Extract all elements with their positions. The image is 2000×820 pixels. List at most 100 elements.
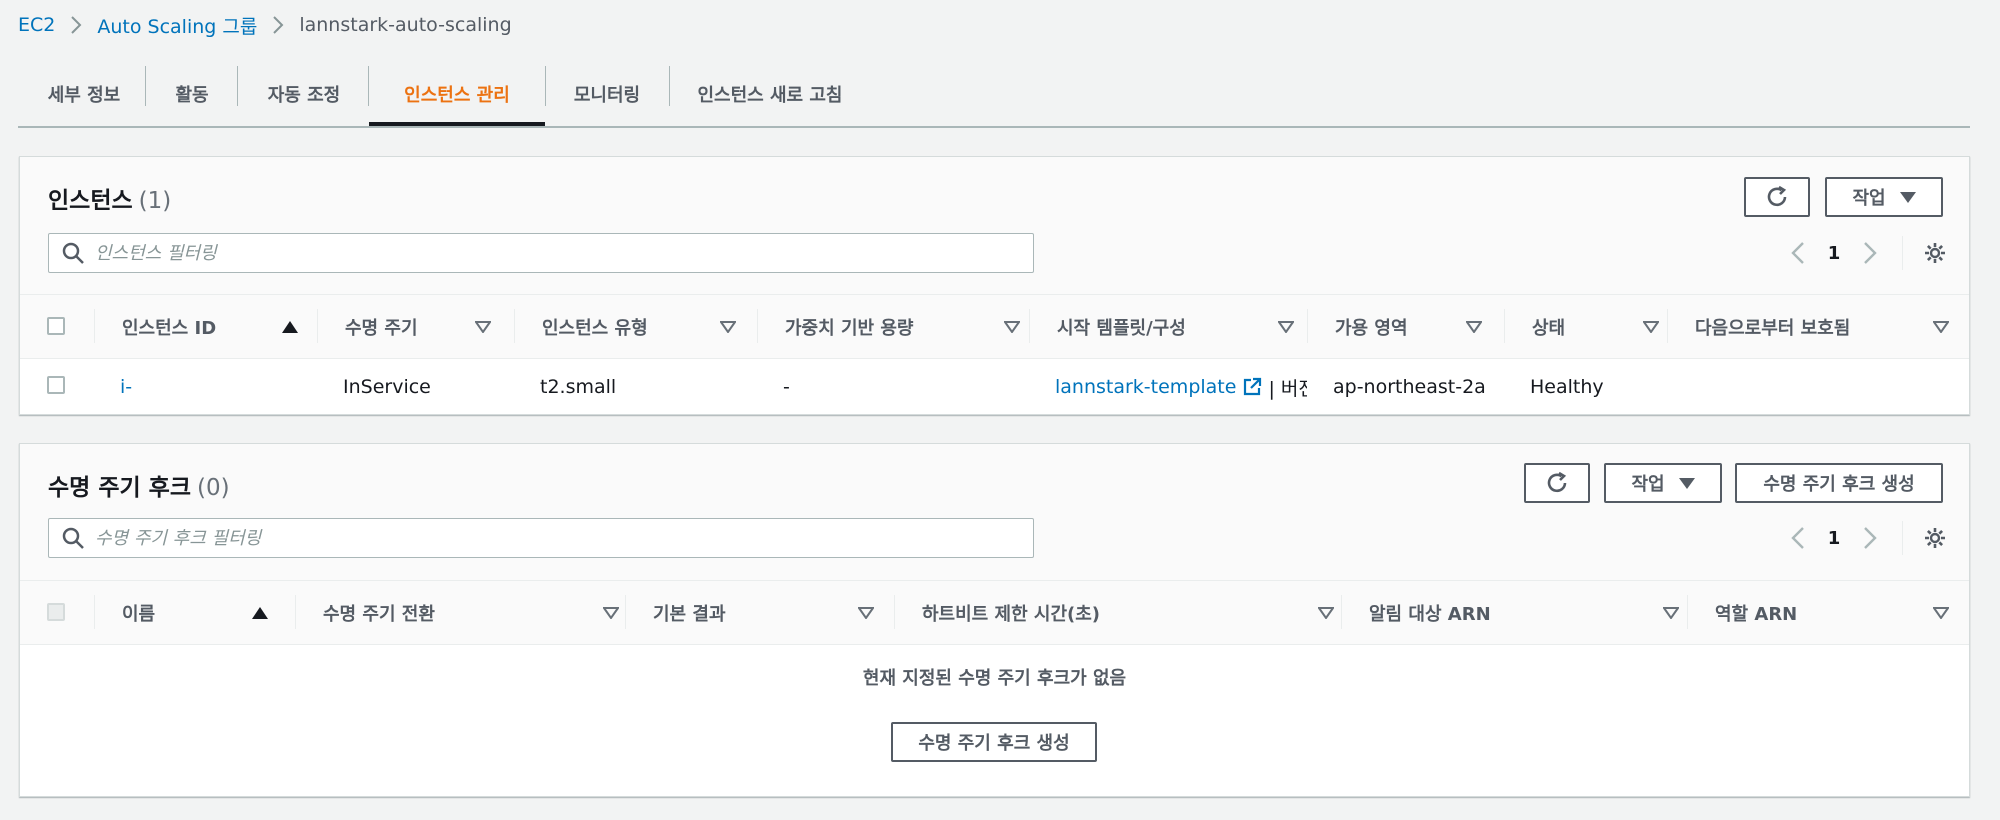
sort-icon	[1933, 320, 1949, 333]
tab-details[interactable]: 세부 정보	[18, 62, 150, 126]
instances-panel-title: 인스턴스 (1)	[48, 181, 171, 215]
instance-id-link[interactable]: i-	[120, 374, 132, 400]
previous-page-button[interactable]	[1782, 237, 1814, 269]
search-icon	[62, 242, 84, 264]
column-divider	[1341, 595, 1342, 629]
lifecycle-value: InService	[343, 376, 431, 398]
instances-title-text: 인스턴스	[48, 188, 133, 214]
breadcrumb: EC2 Auto Scaling 그룹 lannstark-auto-scali…	[18, 10, 512, 40]
next-page-button[interactable]	[1854, 522, 1886, 554]
column-default-result[interactable]: 기본 결과	[653, 581, 893, 644]
tab-instance-refresh[interactable]: 인스턴스 새로 고침	[669, 62, 871, 126]
column-label: 수명 주기 전환	[323, 603, 435, 625]
next-page-button[interactable]	[1854, 237, 1886, 269]
column-divider	[894, 595, 895, 629]
refresh-button[interactable]	[1524, 463, 1590, 503]
instances-filter-input[interactable]	[95, 242, 995, 264]
create-lifecycle-hook-button[interactable]: 수명 주기 후크 생성	[1735, 463, 1943, 503]
column-lifecycle-transition[interactable]: 수명 주기 전환	[323, 581, 623, 644]
column-instance-type[interactable]: 인스턴스 유형	[542, 295, 742, 358]
refresh-icon	[1547, 471, 1567, 493]
column-label: 상태	[1532, 317, 1566, 339]
column-divider	[757, 309, 758, 343]
sort-icon	[1278, 320, 1294, 333]
sort-icon	[1318, 606, 1334, 619]
breadcrumb-auto-scaling-groups[interactable]: Auto Scaling 그룹	[97, 12, 257, 39]
create-lifecycle-hook-empty-button[interactable]: 수명 주기 후크 생성	[891, 722, 1097, 762]
column-divider	[625, 595, 626, 629]
column-protected-from[interactable]: 다음으로부터 보호됨	[1695, 295, 1955, 358]
current-page[interactable]: 1	[1814, 243, 1854, 264]
preferences-button[interactable]	[1919, 522, 1951, 554]
column-divider	[1029, 309, 1030, 343]
column-divider	[514, 309, 515, 343]
column-notification-target-arn[interactable]: 알림 대상 ARN	[1369, 581, 1689, 644]
column-label: 인스턴스 유형	[542, 317, 648, 339]
pager-divider	[1902, 236, 1903, 270]
sort-icon	[1663, 606, 1679, 619]
caret-down-icon	[1899, 191, 1916, 203]
hooks-filter-input[interactable]	[95, 527, 995, 549]
empty-state-text: 현재 지정된 수명 주기 후크가 없음	[862, 668, 1127, 689]
tab-activity[interactable]: 활동	[146, 62, 238, 126]
column-weighted-capacity[interactable]: 가중치 기반 용량	[785, 295, 1025, 358]
sort-icon	[1004, 320, 1020, 333]
select-all-checkbox[interactable]	[47, 317, 65, 335]
caret-down-icon	[1678, 477, 1695, 489]
column-launch-template[interactable]: 시작 템플릿/구성	[1057, 295, 1303, 358]
column-label: 이름	[122, 603, 156, 625]
column-divider	[1307, 309, 1308, 343]
actions-dropdown-button[interactable]: 작업	[1604, 463, 1722, 503]
column-label: 인스턴스 ID	[122, 317, 217, 339]
column-divider	[94, 309, 95, 343]
pager-divider	[1902, 521, 1903, 555]
instances-panel-header: 인스턴스(1) 작업 1	[20, 157, 1969, 295]
column-health-status[interactable]: 상태	[1532, 295, 1672, 358]
tab-monitoring[interactable]: 모니터링	[545, 62, 669, 126]
select-all-checkbox	[47, 603, 65, 621]
tab-bar: 세부 정보 활동 자동 조정 인스턴스 관리 모니터링 인스턴스 새로 고침	[18, 62, 1970, 128]
previous-page-button[interactable]	[1782, 522, 1814, 554]
column-label: 알림 대상 ARN	[1369, 603, 1491, 625]
chevron-right-icon	[1864, 527, 1877, 549]
refresh-button[interactable]	[1744, 177, 1810, 217]
actions-label: 작업	[1852, 188, 1886, 209]
hooks-pagination: 1	[1782, 521, 1951, 555]
preferences-button[interactable]	[1919, 237, 1951, 269]
column-label: 시작 템플릿/구성	[1057, 317, 1186, 339]
launch-template-cell: lannstark-template | 버전 ′	[1055, 374, 1307, 400]
column-divider	[94, 595, 95, 629]
column-divider	[317, 309, 318, 343]
availability-zone-value: ap-northeast-2a	[1333, 376, 1486, 398]
gear-icon	[1925, 243, 1945, 263]
column-role-arn[interactable]: 역할 ARN	[1715, 581, 1955, 644]
column-heartbeat-timeout[interactable]: 하트비트 제한 시간(초)	[922, 581, 1342, 644]
column-divider	[1687, 595, 1688, 629]
current-page[interactable]: 1	[1814, 528, 1854, 549]
external-link-icon	[1244, 377, 1262, 396]
table-row: i- InService t2.small - lannstark-templa…	[20, 360, 1969, 414]
instances-filter[interactable]	[48, 233, 1034, 273]
chevron-left-icon	[1791, 527, 1804, 549]
breadcrumb-current: lannstark-auto-scaling	[299, 14, 512, 36]
row-select-checkbox[interactable]	[47, 376, 65, 394]
instances-table-header: 인스턴스 ID 수명 주기 인스턴스 유형 가중치 기반 용량 시작 템플릿/구…	[20, 295, 1969, 359]
column-lifecycle[interactable]: 수명 주기	[345, 295, 505, 358]
sort-icon	[1933, 606, 1949, 619]
column-label: 역할 ARN	[1715, 603, 1798, 625]
launch-template-link[interactable]: lannstark-template	[1055, 376, 1236, 398]
column-instance-id[interactable]: 인스턴스 ID	[122, 295, 302, 358]
tab-instance-management[interactable]: 인스턴스 관리	[369, 62, 545, 126]
hooks-title-text: 수명 주기 후크	[48, 475, 191, 501]
hooks-filter[interactable]	[48, 518, 1034, 558]
column-name[interactable]: 이름	[122, 581, 282, 644]
actions-dropdown-button[interactable]: 작업	[1825, 177, 1943, 217]
lifecycle-hooks-panel: 수명 주기 후크(0) 작업 수명 주기 후크 생성 1	[19, 443, 1970, 797]
breadcrumb-ec2[interactable]: EC2	[18, 14, 55, 36]
tab-automatic-scaling[interactable]: 자동 조정	[238, 62, 370, 126]
column-divider	[1504, 309, 1505, 343]
instances-panel: 인스턴스(1) 작업 1	[19, 156, 1970, 415]
column-label: 기본 결과	[653, 603, 726, 625]
column-availability-zone[interactable]: 가용 영역	[1335, 295, 1495, 358]
hooks-panel-title: 수명 주기 후크 (0)	[48, 468, 230, 502]
